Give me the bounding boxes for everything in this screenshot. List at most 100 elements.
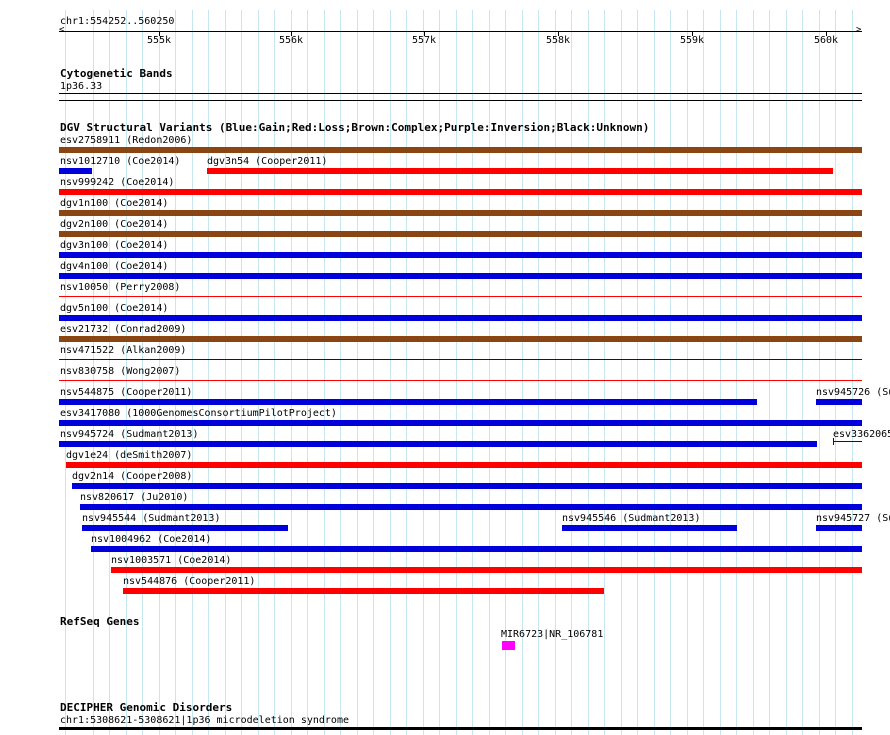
dgv-variant-label[interactable]: esv3417080 (1000GenomesConsortiumPilotPr… — [60, 408, 337, 419]
grid-line — [637, 10, 638, 735]
grid-line — [324, 10, 325, 735]
grid-line — [588, 10, 589, 735]
dgv-variant-bar[interactable] — [833, 441, 862, 442]
dgv-variant-bar[interactable] — [59, 189, 862, 195]
grid-line — [258, 10, 259, 735]
grid-line — [241, 10, 242, 735]
grid-line — [571, 10, 572, 735]
dgv-variant-label[interactable]: nsv999242 (Coe2014) — [60, 177, 174, 188]
dgv-variant-bar[interactable] — [59, 380, 862, 381]
refseq-gene-feature[interactable] — [502, 641, 515, 650]
grid-line — [703, 10, 704, 735]
grid-line — [786, 10, 787, 735]
dgv-variant-bar[interactable] — [562, 525, 737, 531]
dgv-variant-bar[interactable] — [59, 336, 862, 342]
dgv-variant-bar[interactable] — [82, 525, 288, 531]
dgv-variant-bar[interactable] — [66, 462, 862, 468]
grid-line — [192, 10, 193, 735]
dgv-variant-bar[interactable] — [59, 296, 862, 297]
cytoband-label: 1p36.33 — [60, 81, 103, 92]
dgv-variant-label[interactable]: dgv2n14 (Cooper2008) — [72, 471, 192, 482]
dgv-variant-bar[interactable] — [59, 359, 862, 360]
grid-line — [340, 10, 341, 735]
refseq-track-title: RefSeq Genes — [60, 615, 140, 628]
grid-line — [835, 10, 836, 735]
dgv-variant-label[interactable]: nsv945546 (Sudmant2013) — [562, 513, 700, 524]
grid-line — [274, 10, 275, 735]
dgv-variant-label[interactable]: nsv1012710 (Coe2014) — [60, 156, 180, 167]
grid-line — [753, 10, 754, 735]
dgv-track-title: DGV Structural Variants (Blue:Gain;Red:L… — [60, 121, 650, 134]
dgv-variant-bar[interactable] — [59, 399, 757, 405]
dgv-variant-label[interactable]: nsv830758 (Wong2007) — [60, 366, 180, 377]
grid-line — [489, 10, 490, 735]
grid-line — [720, 10, 721, 735]
decipher-entry-label[interactable]: chr1:5308621-5308621|1p36 microdeletion … — [60, 715, 349, 726]
dgv-variant-label[interactable]: dgv3n100 (Coe2014) — [60, 240, 168, 251]
grid-line — [208, 10, 209, 735]
dgv-variant-label[interactable]: nsv945544 (Sudmant2013) — [82, 513, 220, 524]
dgv-variant-label[interactable]: nsv1003571 (Coe2014) — [111, 555, 231, 566]
cytoband-line-bottom — [59, 100, 862, 101]
grid-line — [373, 10, 374, 735]
dgv-variant-bar[interactable] — [59, 168, 92, 174]
dgv-variant-label[interactable]: nsv945724 (Sudmant2013) — [60, 429, 198, 440]
dgv-variant-bar[interactable] — [111, 567, 862, 573]
grid-line — [621, 10, 622, 735]
dgv-variant-label[interactable]: esv2758911 (Redon2006) — [60, 135, 192, 146]
dgv-variant-label[interactable]: nsv544876 (Cooper2011) — [123, 576, 255, 587]
dgv-variant-bar[interactable] — [59, 210, 862, 216]
grid-line — [505, 10, 506, 735]
grid-line — [357, 10, 358, 735]
dgv-variant-label[interactable]: nsv945727 (Su — [816, 513, 890, 524]
ruler-tick-label: 556k — [279, 35, 304, 46]
ruler-tick-label: 558k — [546, 35, 571, 46]
cytoband-line-top — [59, 93, 862, 94]
grid-line — [291, 10, 292, 735]
cytoband-track-title: Cytogenetic Bands — [60, 67, 173, 80]
grid-line — [604, 10, 605, 735]
refseq-gene-label[interactable]: MIR6723|NR_106781 — [501, 629, 603, 640]
dgv-variant-label[interactable]: nsv945726 (Su — [816, 387, 890, 398]
dgv-variant-label[interactable]: esv21732 (Conrad2009) — [60, 324, 186, 335]
dgv-variant-label[interactable]: nsv544875 (Cooper2011) — [60, 387, 192, 398]
dgv-variant-bar[interactable] — [59, 231, 862, 237]
dgv-variant-label[interactable]: dgv1e24 (deSmith2007) — [66, 450, 192, 461]
dgv-variant-label[interactable]: nsv820617 (Ju2010) — [80, 492, 188, 503]
grid-line — [736, 10, 737, 735]
grid-line — [670, 10, 671, 735]
dgv-variant-bar[interactable] — [123, 588, 604, 594]
dgv-variant-bar[interactable] — [207, 168, 833, 174]
dgv-variant-label[interactable]: nsv471522 (Alkan2009) — [60, 345, 186, 356]
dgv-variant-label[interactable]: dgv3n54 (Cooper2011) — [207, 156, 327, 167]
decipher-feature[interactable] — [59, 727, 862, 730]
grid-line — [802, 10, 803, 735]
dgv-variant-label[interactable]: nsv1004962 (Coe2014) — [91, 534, 211, 545]
dgv-variant-bar[interactable] — [59, 147, 862, 153]
grid-line — [307, 10, 308, 735]
dgv-variant-end-marker — [833, 438, 834, 445]
dgv-variant-bar[interactable] — [59, 315, 862, 321]
dgv-variant-bar[interactable] — [72, 483, 862, 489]
dgv-variant-bar[interactable] — [91, 546, 862, 552]
dgv-variant-label[interactable]: dgv2n100 (Coe2014) — [60, 219, 168, 230]
dgv-variant-bar[interactable] — [80, 504, 862, 510]
dgv-variant-bar[interactable] — [59, 273, 862, 279]
ruler-line — [59, 31, 862, 32]
grid-line — [654, 10, 655, 735]
dgv-variant-label[interactable]: dgv5n100 (Coe2014) — [60, 303, 168, 314]
grid-line — [406, 10, 407, 735]
dgv-variant-label[interactable]: esv3362065 — [833, 429, 890, 440]
dgv-variant-bar[interactable] — [59, 441, 817, 447]
ruler-tick-label: 559k — [680, 35, 705, 46]
grid-line — [423, 10, 424, 735]
dgv-variant-bar[interactable] — [59, 420, 862, 426]
dgv-variant-bar[interactable] — [816, 525, 862, 531]
dgv-variant-bar[interactable] — [59, 252, 862, 258]
decipher-track-title: DECIPHER Genomic Disorders — [60, 701, 233, 714]
ruler-tick-label: 557k — [412, 35, 437, 46]
dgv-variant-bar[interactable] — [816, 399, 862, 405]
dgv-variant-label[interactable]: dgv1n100 (Coe2014) — [60, 198, 168, 209]
dgv-variant-label[interactable]: nsv10050 (Perry2008) — [60, 282, 180, 293]
dgv-variant-label[interactable]: dgv4n100 (Coe2014) — [60, 261, 168, 272]
